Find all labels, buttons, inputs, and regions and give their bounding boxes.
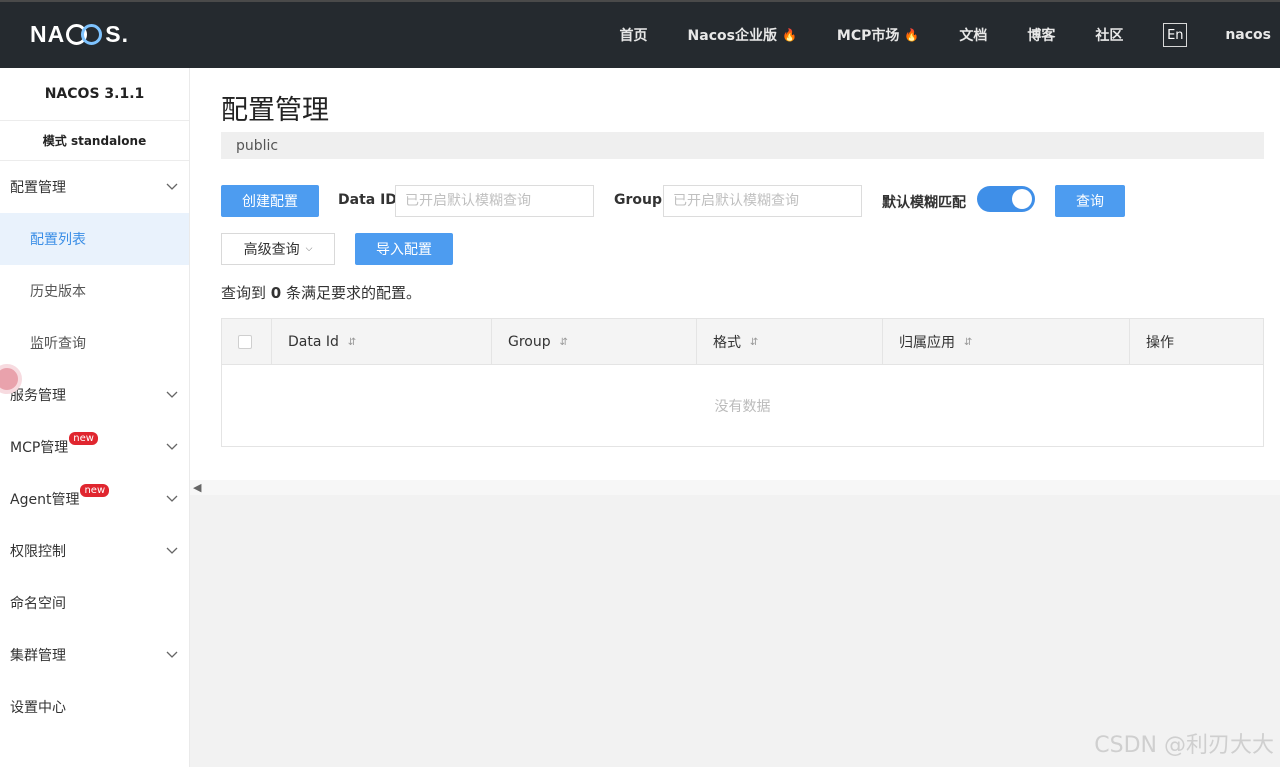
namespace-tab-public[interactable]: public	[236, 138, 278, 154]
fire-icon: 🔥	[781, 28, 797, 42]
result-suffix: 条满足要求的配置。	[286, 284, 422, 302]
sidebar-item-access-control[interactable]: 权限控制	[0, 525, 189, 577]
new-badge: new	[69, 431, 98, 445]
nav-enterprise-label: Nacos企业版	[687, 28, 777, 44]
sidebar-item-label: Agent管理	[10, 492, 80, 508]
main-content: 配置管理 public 创建配置 Data ID Group 默认模糊匹配 查询…	[190, 68, 1280, 495]
sort-icon: ⇵	[750, 336, 759, 348]
sidebar-item-namespace[interactable]: 命名空间	[0, 577, 189, 629]
group-input[interactable]	[663, 185, 862, 217]
result-prefix: 查询到	[221, 284, 267, 302]
create-config-button[interactable]: 创建配置	[221, 185, 319, 217]
sidebar: NACOS 3.1.1 模式 standalone 配置管理 配置列表 历史版本…	[0, 68, 190, 767]
select-all-checkbox[interactable]	[238, 335, 252, 349]
sidebar-item-label: 权限控制	[10, 544, 66, 560]
chevron-down-icon	[166, 495, 178, 502]
nacos-logo[interactable]: NA S.	[30, 19, 129, 49]
logo-rings-icon	[66, 23, 104, 45]
top-nav-bar: NA S. 首页 Nacos企业版 🔥 MCP市场 🔥 文档 博客 社区 En na…	[0, 0, 1280, 68]
column-label: 格式	[713, 335, 741, 351]
import-config-button[interactable]: 导入配置	[355, 233, 453, 265]
nav-home[interactable]: 首页	[620, 25, 648, 45]
language-switch-button[interactable]: En	[1163, 23, 1188, 47]
toggle-knob	[1012, 189, 1032, 209]
sidebar-item-config-list[interactable]: 配置列表	[0, 213, 189, 265]
group-label: Group	[614, 192, 663, 208]
namespace-bar: public	[221, 132, 1264, 159]
column-label: Data Id	[288, 334, 339, 350]
column-label: 操作	[1146, 335, 1174, 351]
nav-blog[interactable]: 博客	[1027, 25, 1055, 45]
chevron-down-icon	[166, 651, 178, 658]
user-menu[interactable]: nacos	[1225, 27, 1271, 43]
nav-community-label: 社区	[1095, 28, 1124, 44]
select-all-cell	[222, 319, 272, 365]
chevron-down-icon: ⌵	[305, 244, 313, 254]
sidebar-item-agent-management[interactable]: Agent管理 new	[0, 473, 189, 525]
sidebar-item-label: MCP管理	[10, 440, 69, 456]
nav-mcp-market[interactable]: MCP市场 🔥	[837, 25, 919, 45]
version-label: NACOS 3.1.1	[0, 68, 189, 121]
sort-icon: ⇵	[559, 336, 569, 348]
empty-state: 没有数据	[714, 398, 771, 415]
column-group[interactable]: Group ⇵	[492, 319, 697, 365]
column-app[interactable]: 归属应用 ⇵	[883, 319, 1130, 365]
data-id-input[interactable]	[395, 185, 594, 217]
chevron-down-icon	[166, 443, 178, 450]
collapse-left-icon[interactable]: ◀	[193, 481, 201, 494]
advanced-query-label: 高级查询	[243, 242, 300, 258]
result-count: 0	[270, 284, 282, 302]
nav-enterprise[interactable]: Nacos企业版 🔥	[688, 25, 797, 45]
page-title: 配置管理	[221, 95, 329, 126]
sidebar-item-mcp-management[interactable]: MCP管理 new	[0, 421, 189, 473]
chevron-down-icon	[166, 547, 178, 554]
sidebar-item-cluster-management[interactable]: 集群管理	[0, 629, 189, 681]
data-id-label: Data ID	[338, 192, 397, 208]
sidebar-item-label: 命名空间	[10, 596, 66, 612]
new-badge: new	[80, 483, 110, 497]
chevron-down-icon	[166, 391, 178, 398]
sidebar-item-label: 监听查询	[30, 336, 86, 352]
column-actions: 操作	[1130, 319, 1263, 365]
advanced-query-button[interactable]: 高级查询 ⌵	[221, 233, 335, 265]
chevron-down-icon	[166, 183, 178, 190]
logo-text-left: NA	[30, 20, 66, 47]
sort-icon: ⇵	[964, 336, 973, 348]
column-format[interactable]: 格式 ⇵	[697, 319, 883, 365]
query-button[interactable]: 查询	[1055, 185, 1125, 217]
config-table: Data Id ⇵ Group ⇵ 格式 ⇵ 归属应用 ⇵ 操作 没有数据	[221, 318, 1264, 447]
sidebar-item-label: 集群管理	[10, 648, 66, 664]
fuzzy-match-label: 默认模糊匹配	[882, 195, 966, 211]
column-label: 归属应用	[899, 335, 955, 351]
column-label: Group	[508, 334, 551, 350]
sidebar-item-label: 配置列表	[30, 232, 86, 248]
sidebar-item-service-management[interactable]: 服务管理	[0, 369, 189, 421]
watermark: CSDN @利刃大大	[1094, 733, 1274, 758]
column-data-id[interactable]: Data Id ⇵	[272, 319, 492, 365]
sidebar-item-label: 历史版本	[30, 284, 86, 300]
nav-community[interactable]: 社区	[1095, 25, 1123, 45]
sidebar-item-listener-query[interactable]: 监听查询	[0, 317, 189, 369]
sidebar-item-settings-center[interactable]: 设置中心	[0, 681, 189, 733]
nav-docs[interactable]: 文档	[959, 25, 987, 45]
nav-mcp-market-label: MCP市场	[836, 28, 900, 44]
top-nav-menu: 首页 Nacos企业版 🔥 MCP市场 🔥 文档 博客 社区 En nacos	[620, 2, 1280, 68]
sidebar-item-label: 设置中心	[10, 700, 66, 716]
sidebar-collapse-bar: ◀	[190, 480, 1280, 495]
sort-icon: ⇵	[347, 336, 357, 348]
table-header: Data Id ⇵ Group ⇵ 格式 ⇵ 归属应用 ⇵ 操作	[222, 319, 1263, 365]
fire-icon: 🔥	[904, 28, 920, 42]
nav-blog-label: 博客	[1027, 28, 1056, 44]
sidebar-item-config-management[interactable]: 配置管理	[0, 161, 189, 213]
mode-label: 模式 standalone	[0, 121, 189, 161]
result-summary: 查询到 0 条满足要求的配置。	[221, 282, 421, 303]
sidebar-item-label: 配置管理	[10, 180, 66, 196]
nav-home-label: 首页	[619, 28, 648, 44]
fuzzy-match-toggle[interactable]	[977, 186, 1035, 212]
sidebar-item-history[interactable]: 历史版本	[0, 265, 189, 317]
nav-docs-label: 文档	[959, 28, 988, 44]
logo-text-right: S.	[105, 20, 129, 47]
